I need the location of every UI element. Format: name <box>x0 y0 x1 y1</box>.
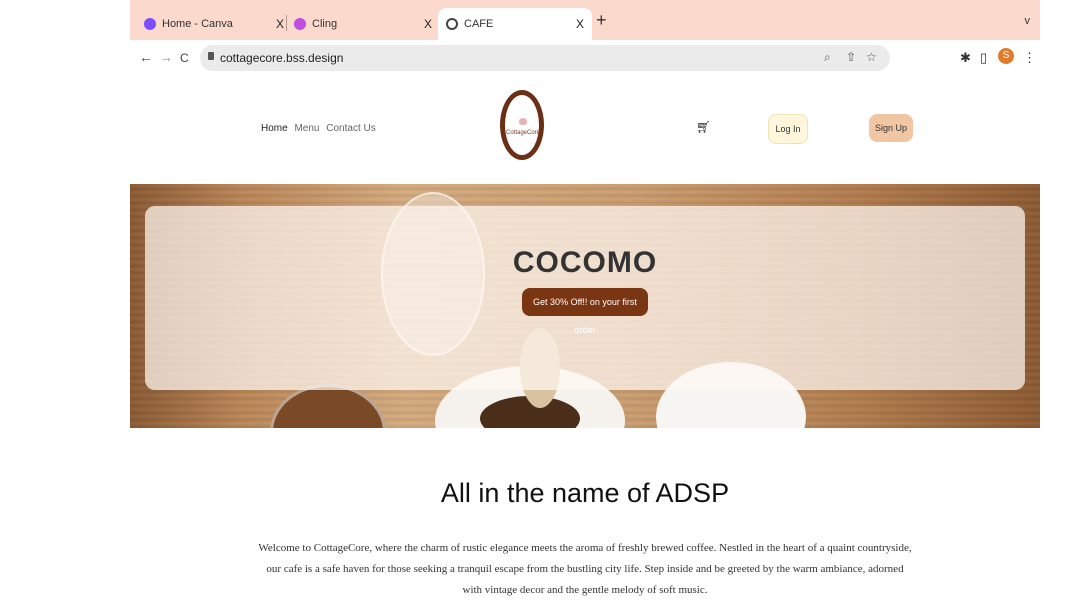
tab-cling[interactable]: Cling X <box>290 8 440 40</box>
tab-strip: Home - Canva X Cling X CAFE X + v <box>130 0 1040 40</box>
browser-toolbar: ← → C cottagecore.bss.design ⌕ ⇧ ☆ ✱ ▯ S… <box>130 40 1040 77</box>
globe-icon <box>446 18 458 30</box>
url-text: cottagecore.bss.design <box>220 51 344 65</box>
profile-avatar[interactable]: S <box>998 48 1014 64</box>
tab-cafe[interactable]: CAFE X <box>438 8 592 40</box>
share-icon[interactable]: ⇧ <box>846 50 856 64</box>
new-tab-button[interactable]: + <box>596 10 607 31</box>
zoom-icon[interactable]: ⌕ <box>824 50 831 65</box>
site-nav: Home Menu Contact Us <box>261 123 380 134</box>
logo-text: CottageCore <box>505 130 541 136</box>
more-menu-icon[interactable]: ⋮ <box>1023 50 1036 66</box>
hero-banner: COCOMO Get 30% Off!! on your first order <box>130 184 1040 428</box>
welcome-paragraph: Welcome to CottageCore, where the charm … <box>258 542 912 596</box>
site-header: Home Menu Contact Us CottageCore 🛒︎ Log … <box>130 76 1040 184</box>
hero-brand-title: COCOMO <box>512 246 658 279</box>
logo-ring <box>500 90 544 160</box>
extensions-puzzle-icon[interactable]: ✱ <box>960 50 971 66</box>
forward-button[interactable]: → <box>159 49 173 65</box>
tab-separator <box>286 15 287 31</box>
lock-icon <box>208 52 214 60</box>
close-tab-icon[interactable]: X <box>276 17 284 31</box>
tab-title: Home - Canva <box>162 18 233 30</box>
signup-button[interactable]: Sign Up <box>869 114 913 142</box>
nav-home-link[interactable]: Home <box>261 123 288 134</box>
cling-icon <box>294 18 306 30</box>
canva-icon <box>144 18 156 30</box>
nav-contact-link[interactable]: Contact Us <box>326 123 375 134</box>
close-tab-icon[interactable]: X <box>424 17 432 31</box>
site-logo[interactable]: CottageCore <box>500 90 546 160</box>
cart-icon[interactable]: 🛒︎ <box>696 120 711 134</box>
login-button[interactable]: Log In <box>768 114 808 144</box>
tab-title: CAFE <box>464 18 494 30</box>
back-button[interactable]: ← <box>139 49 153 65</box>
close-tab-icon[interactable]: X <box>576 17 584 31</box>
address-bar[interactable]: cottagecore.bss.design ⌕ ⇧ ☆ <box>200 45 890 71</box>
tab-search-chevron-icon[interactable]: v <box>1025 15 1031 27</box>
tab-home-canva[interactable]: Home - Canva X <box>140 8 292 40</box>
side-panel-icon[interactable]: ▯ <box>980 50 987 66</box>
tab-title: Cling <box>312 18 338 30</box>
bookmark-star-icon[interactable]: ☆ <box>866 50 877 64</box>
promo-button[interactable]: Get 30% Off!! on your first order <box>522 288 648 335</box>
nav-menu-link[interactable]: Menu <box>294 123 319 134</box>
reload-button[interactable]: C <box>180 51 189 65</box>
cupcake-icon <box>519 118 527 125</box>
section-headline: All in the name of ADSP <box>440 478 730 508</box>
browser-window: Home - Canva X Cling X CAFE X + v ← → C … <box>130 0 1040 599</box>
